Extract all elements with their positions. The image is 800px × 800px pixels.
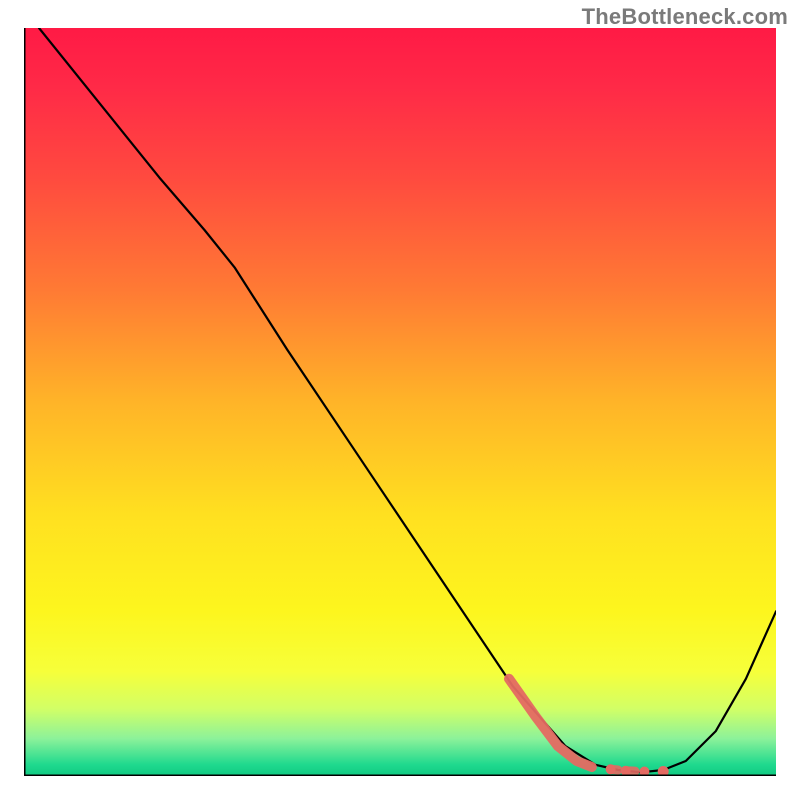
plot-area xyxy=(24,28,776,776)
chart-svg xyxy=(24,28,776,776)
attribution-label: TheBottleneck.com xyxy=(582,4,788,30)
heatmap-background xyxy=(24,28,776,776)
chart-container: TheBottleneck.com xyxy=(0,0,800,800)
salmon-dash xyxy=(611,769,619,770)
